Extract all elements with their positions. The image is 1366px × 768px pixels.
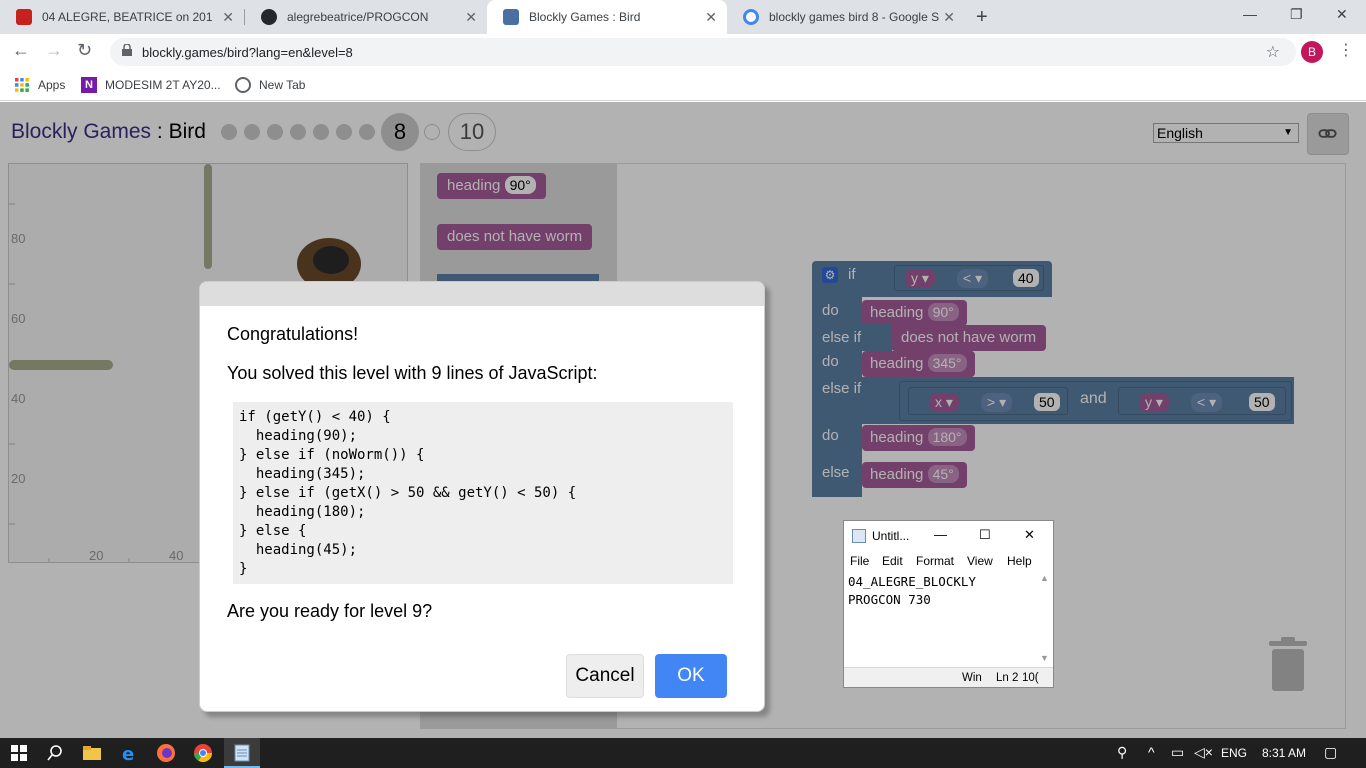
input-language[interactable]: ENG	[1221, 746, 1247, 760]
notepad-menu-bar: File Edit Format View Help	[844, 552, 1053, 572]
bookmarks-bar: Apps N MODESIM 2T AY20... New Tab	[0, 70, 1366, 101]
code-line: } else if (noWorm()) {	[239, 447, 425, 463]
code-line: heading(90);	[239, 428, 358, 444]
code-line: }	[239, 561, 248, 577]
tab-title: blockly games bird 8 - Google Se	[769, 10, 939, 24]
code-line: if (getY() < 40) {	[239, 409, 391, 425]
search-icon[interactable]	[44, 742, 66, 764]
canvas-icon	[16, 9, 32, 25]
close-icon[interactable]: ✕	[943, 9, 955, 26]
github-icon	[261, 9, 277, 25]
address-bar[interactable]: blockly.games/bird?lang=en&level=8 ☆	[110, 38, 1296, 66]
chevron-up-icon[interactable]: ^	[1148, 744, 1155, 760]
edge-icon[interactable]: e	[118, 742, 140, 764]
google-icon	[743, 9, 759, 25]
notepad-icon	[234, 744, 250, 762]
notepad-text-area[interactable]: 04_ALEGRE_BLOCKLY PROGCON 730	[848, 573, 976, 609]
code-line: } else if (getX() > 50 && getY() < 50) {	[239, 485, 577, 501]
ok-button[interactable]: OK	[655, 654, 727, 698]
minimize-button[interactable]: —	[934, 527, 947, 542]
close-window-button[interactable]: ✕	[1336, 6, 1348, 23]
minimize-button[interactable]: —	[1243, 6, 1257, 22]
code-line: } else {	[239, 523, 307, 539]
notepad-status-bar: Win Ln 2 10(	[844, 667, 1053, 687]
lock-icon	[122, 44, 132, 56]
text-line: PROGCON 730	[848, 592, 931, 607]
status-encoding: Win	[962, 672, 982, 684]
tab-title: alegrebeatrice/PROGCON	[287, 10, 429, 24]
bookmark-modesim[interactable]: N MODESIM 2T AY20...	[81, 77, 221, 93]
close-icon[interactable]: ✕	[222, 9, 234, 26]
close-icon[interactable]: ✕	[705, 9, 717, 26]
vertical-scrollbar[interactable]: ▲ ▼	[1036, 573, 1053, 667]
bookmark-new-tab[interactable]: New Tab	[235, 77, 305, 93]
scroll-down-icon[interactable]: ▼	[1040, 653, 1049, 663]
bookmark-apps[interactable]: Apps	[14, 77, 65, 93]
notepad-title: Untitl...	[872, 529, 910, 543]
bookmark-label: Apps	[38, 78, 66, 92]
tab-google[interactable]: blockly games bird 8 - Google Se ✕	[727, 0, 965, 34]
tab-strip: 04 ALEGRE, BEATRICE on 2019T2 ✕ alegrebe…	[0, 0, 1366, 34]
code-line: heading(45);	[239, 542, 358, 558]
maximize-button[interactable]: ☐	[979, 527, 991, 543]
close-icon[interactable]: ✕	[465, 9, 477, 26]
code-listing: if (getY() < 40) { heading(90); } else i…	[233, 402, 733, 584]
next-level-prompt: Are you ready for level 9?	[227, 601, 433, 621]
status-line: Ln 2	[996, 672, 1019, 684]
menu-view[interactable]: View	[967, 554, 993, 568]
reload-button[interactable]: ↻	[77, 40, 92, 61]
windows-start-icon[interactable]	[8, 742, 30, 764]
browser-toolbar: ← → ↻ blockly.games/bird?lang=en&level=8…	[0, 34, 1366, 70]
bookmark-star-icon[interactable]: ☆	[1266, 42, 1280, 62]
menu-format[interactable]: Format	[916, 554, 954, 568]
svg-text:e: e	[122, 744, 134, 764]
notepad-window: Untitl... — ☐ ✕ File Edit Format View He…	[843, 520, 1054, 688]
firefox-icon[interactable]	[155, 742, 177, 764]
network-icon[interactable]: ▭	[1171, 744, 1184, 761]
cancel-button[interactable]: Cancel	[566, 654, 644, 698]
people-icon[interactable]: ⚲	[1117, 744, 1127, 761]
back-button[interactable]: ←	[12, 40, 30, 61]
forward-button[interactable]: →	[45, 40, 63, 61]
tab-title: 04 ALEGRE, BEATRICE on 2019T2	[42, 10, 212, 24]
chrome-icon[interactable]	[192, 742, 214, 764]
solved-message: You solved this level with 9 lines of Ja…	[227, 363, 598, 383]
profile-avatar[interactable]: B	[1301, 41, 1323, 63]
onenote-icon: N	[81, 77, 97, 93]
code-line: heading(180);	[239, 504, 366, 520]
tab-alegre[interactable]: 04 ALEGRE, BEATRICE on 2019T2 ✕	[0, 0, 244, 34]
blockly-icon	[503, 9, 519, 25]
new-tab-button[interactable]: +	[976, 6, 988, 29]
url-text: blockly.games/bird?lang=en&level=8	[142, 45, 353, 60]
close-button[interactable]: ✕	[1024, 527, 1035, 543]
volume-muted-icon[interactable]: ◁×	[1194, 744, 1213, 761]
code-line: heading(345);	[239, 466, 366, 482]
apps-grid-icon	[15, 78, 29, 92]
file-explorer-icon[interactable]	[81, 742, 103, 764]
menu-file[interactable]: File	[850, 554, 869, 568]
tab-github[interactable]: alegrebeatrice/PROGCON ✕	[245, 0, 487, 34]
more-menu-icon[interactable]: ⋮	[1338, 40, 1354, 60]
notepad-icon	[852, 529, 866, 543]
menu-edit[interactable]: Edit	[882, 554, 903, 568]
globe-icon	[235, 77, 251, 93]
scroll-up-icon[interactable]: ▲	[1040, 573, 1049, 583]
text-line: 04_ALEGRE_BLOCKLY	[848, 574, 976, 589]
dialog-title: Congratulations!	[227, 324, 359, 344]
status-zoom: 10(	[1022, 672, 1039, 684]
congratulations-dialog: Congratulations! You solved this level w…	[199, 281, 765, 712]
bookmark-label: New Tab	[259, 78, 306, 92]
bookmark-label: MODESIM 2T AY20...	[105, 78, 221, 92]
notepad-titlebar[interactable]: Untitl... — ☐ ✕	[844, 521, 1053, 551]
notification-icon[interactable]: ▢	[1324, 744, 1337, 761]
dialog-header[interactable]	[200, 282, 764, 306]
notepad-taskbar-button[interactable]	[224, 738, 260, 768]
windows-taskbar: e ⚲ ^ ▭ ◁× ENG 8:31 AM ▢	[0, 738, 1366, 768]
clock[interactable]: 8:31 AM	[1262, 746, 1306, 760]
restore-button[interactable]: ❐	[1290, 6, 1303, 23]
tab-blockly[interactable]: Blockly Games : Bird ✕	[487, 0, 727, 34]
menu-help[interactable]: Help	[1007, 554, 1032, 568]
tab-title: Blockly Games : Bird	[529, 10, 641, 24]
